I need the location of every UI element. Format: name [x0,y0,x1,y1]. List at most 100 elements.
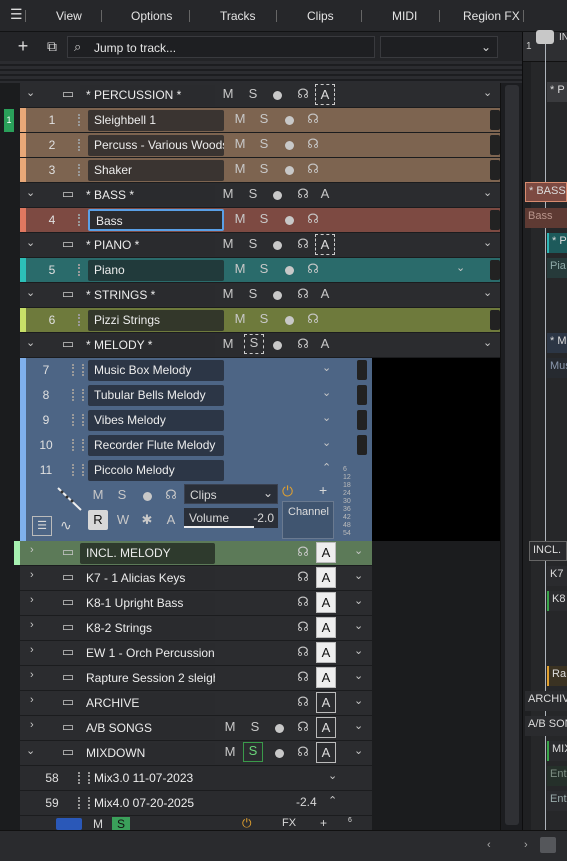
folder-name[interactable]: A/B SONGS [80,718,215,739]
clip[interactable]: Ra [547,666,567,686]
clip[interactable]: INCL. [529,541,567,561]
expand-chevron-icon[interactable]: › [30,669,34,681]
mute-button[interactable]: M [232,161,248,176]
headphones-icon[interactable]: ☊ [295,644,311,660]
folder-name[interactable]: ARCHIVE [80,693,215,714]
solo-button[interactable]: S [114,487,130,502]
clip[interactable]: Pia [547,258,567,278]
horizontal-scrollbar[interactable]: ‹ › [0,830,567,861]
folder-name[interactable]: * BASS * [80,185,215,206]
track-row-expanded[interactable]: 11 Piccolo Melody ⌃ [20,458,372,482]
scroll-handle[interactable] [490,160,500,180]
mute-button[interactable]: M [90,487,106,502]
mute-button[interactable]: M [232,211,248,226]
clip[interactable]: MIX [547,741,567,761]
clip[interactable]: K7 [547,566,567,586]
headphones-icon[interactable]: ☊ [295,719,311,735]
waveform-icon[interactable]: ∿ [60,517,72,534]
menu-view[interactable]: View [56,9,82,23]
scroll-handle[interactable] [357,360,367,380]
solo-button[interactable]: S [244,334,264,354]
clip[interactable]: Bass [525,208,567,228]
folder-row[interactable]: › ▭ EW 1 - Orch Percussion ☊ A ⌄ [20,641,372,665]
track-row[interactable]: 3 Shaker M S ☊ [20,158,500,182]
folder-row-percussion[interactable]: ⌄ ▭ * PERCUSSION * M S ☊ A ⌄ [20,83,500,107]
automation-button[interactable]: A [315,84,335,105]
folder-row[interactable]: › ▭ ARCHIVE ☊ A ⌄ [20,691,372,715]
scroll-handle[interactable] [357,385,367,405]
chevron-down-icon[interactable]: ⌄ [483,86,492,99]
solo-button[interactable]: S [245,236,261,251]
clip[interactable]: A/B SON [525,716,567,736]
track-row[interactable]: 59 Mix4.0 07-20-2025 -2.4 ⌃ [20,791,372,815]
collapse-chevron-icon[interactable]: ⌄ [26,286,35,299]
volume-slider[interactable]: Volume -2.0 [184,508,278,528]
automation-button[interactable]: A [316,717,336,738]
track-name[interactable]: Mix4.0 07-20-2025 [88,793,228,814]
record-icon[interactable] [285,141,294,150]
drag-handle-icon[interactable] [72,414,84,426]
clip[interactable]: Mus [547,358,567,378]
track-name[interactable]: Vibes Melody [88,410,224,431]
headphones-icon[interactable]: ☊ [305,211,321,227]
chevron-down-icon[interactable]: ⌄ [354,619,363,632]
folder-name[interactable]: * MELODY * [80,335,215,356]
drag-handle-icon[interactable] [72,439,84,451]
track-row[interactable]: 58 Mix3.0 11-07-2023 ⌄ [20,766,372,790]
record-icon[interactable] [275,749,284,758]
record-icon[interactable] [285,216,294,225]
folder-row[interactable]: › ▭ Rapture Session 2 sleigh ☊ A ⌄ [20,666,372,690]
track-row[interactable]: 6 Pizzi Strings M S ☊ [20,308,500,332]
folder-row-strings[interactable]: ⌄ ▭ * STRINGS * M S ☊ A ⌄ [20,283,500,307]
power-icon[interactable]: ⏻ [282,483,293,500]
solo-button[interactable]: S [245,286,261,301]
write-automation-button[interactable]: W [115,512,131,527]
track-name[interactable]: Recorder Flute Melody [88,435,224,456]
scrollbar-thumb[interactable] [505,85,519,825]
folder-name[interactable]: K7 - 1 Alicias Keys [80,568,215,589]
chevron-down-icon[interactable]: ⌄ [354,669,363,682]
track-name[interactable]: Percuss - Various Woods [88,135,224,156]
track-row[interactable]: 2 Percuss - Various Woods M S ☊ [20,133,500,157]
folder-row-mixdown[interactable]: ⌄ ▭ MIXDOWN M S ☊ A ⌄ [20,741,372,765]
solo-button[interactable]: S [243,742,263,762]
headphones-icon[interactable]: ☊ [305,111,321,127]
clip[interactable]: Ent [547,791,567,811]
headphones-icon[interactable]: ☊ [295,619,311,635]
mute-button[interactable]: M [222,744,238,759]
solo-button[interactable]: S [247,719,263,734]
track-row[interactable]: 5 Piano M S ☊ ⌄ [20,258,500,282]
scroll-handle[interactable] [357,410,367,430]
chevron-down-icon[interactable]: ⌄ [328,769,337,782]
collapse-chevron-icon[interactable]: ⌄ [26,186,35,199]
folder-row[interactable]: › ▭ K7 - 1 Alicias Keys ☊ A ⌄ [20,566,372,590]
jump-to-track-field[interactable]: ⌕ Jump to track... [67,36,375,58]
folder-name[interactable]: INCL. MELODY [80,543,215,564]
scroll-left-icon[interactable]: ‹ [487,839,491,851]
solo-button[interactable]: S [245,186,261,201]
now-time-handle[interactable] [536,30,554,44]
headphones-icon[interactable]: ☊ [305,161,321,177]
input-echo-icon[interactable]: ✱ [139,512,155,528]
record-icon[interactable] [285,166,294,175]
track-row[interactable]: 1 Sleighbell 1 M S ☊ [20,108,500,132]
folder-name[interactable]: K8-2 Strings [80,618,215,639]
automation-button[interactable]: A [316,742,336,763]
track-name[interactable]: Piccolo Melody [88,460,224,481]
clip[interactable]: Ent [547,766,567,786]
folder-name[interactable]: * STRINGS * [80,285,215,306]
record-icon[interactable] [285,266,294,275]
solo-button[interactable]: S [256,136,272,151]
scroll-handle[interactable] [490,135,500,155]
solo-button[interactable]: S [256,261,272,276]
clip[interactable]: ARCHIV [525,691,567,711]
chevron-up-icon[interactable]: ⌃ [322,461,331,474]
menu-midi[interactable]: MIDI [392,9,417,23]
clips-timeline[interactable]: 1 IN * P * BASS Bass * P Pia * M Mus INC… [522,30,567,830]
headphones-icon[interactable]: ☊ [305,311,321,327]
track-row[interactable]: 7 Music Box Melody ⌄ [20,358,372,382]
folder-row-bass[interactable]: ⌄ ▭ * BASS * M S ☊ A ⌄ [20,183,500,207]
drag-handle-icon[interactable] [72,464,84,476]
record-icon[interactable] [275,724,284,733]
menu-options[interactable]: Options [131,9,172,23]
